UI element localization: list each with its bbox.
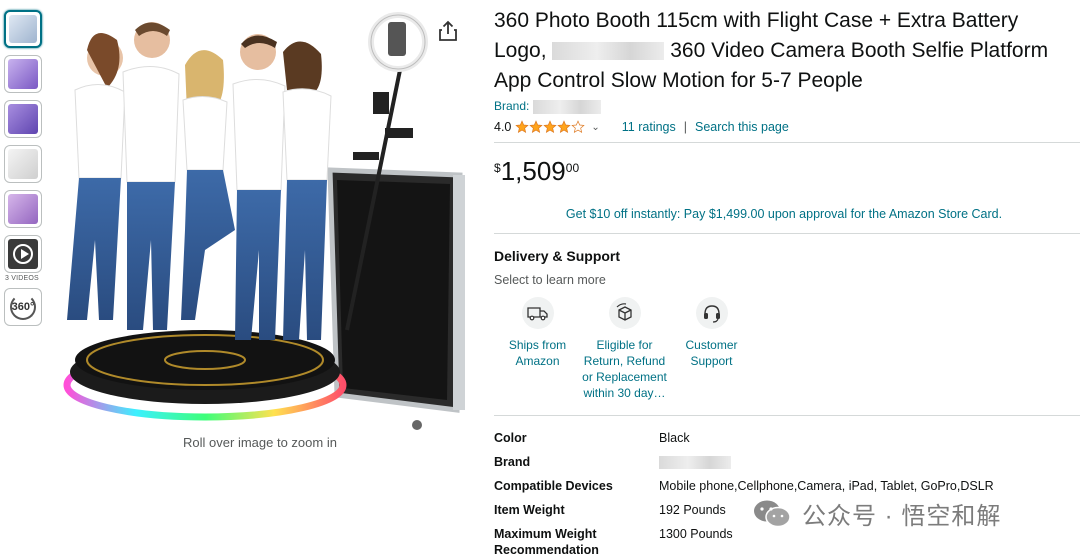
thumbnail-3[interactable] [4, 100, 42, 138]
separator: | [683, 120, 687, 134]
star-full-icon [557, 120, 572, 133]
thumbnail-1[interactable] [4, 10, 42, 48]
rating-value: 4.0 [494, 120, 512, 134]
feature-label: Customer Support [685, 338, 738, 368]
main-product-image[interactable] [55, 0, 475, 432]
spec-key: Item Weight [494, 503, 565, 517]
feature-label: Ships from Amazon [508, 338, 567, 368]
rotating-platform [63, 330, 347, 421]
spec-key: Maximum Weight Recommendation [494, 527, 599, 557]
thumbnail-image [8, 59, 38, 89]
spec-key: Color [494, 431, 527, 445]
title-line-2-start: Logo, [494, 39, 547, 62]
wechat-icon [754, 500, 791, 527]
feature-ships-from-amazon[interactable]: Ships from Amazon [494, 297, 581, 401]
star-full-icon [543, 120, 558, 133]
truck-icon [521, 297, 554, 329]
store-card-offer-link[interactable]: Get $10 off instantly: Pay $1,499.00 upo… [494, 207, 1074, 221]
thumbnail-strip: 3 VIDEOS 360° [4, 10, 44, 333]
spec-row-color: Color Black [494, 430, 1080, 446]
redacted-brand-value [659, 456, 731, 470]
thumbnail-5[interactable] [4, 190, 42, 228]
spec-key: Brand [494, 455, 531, 469]
delivery-support-title: Delivery & Support [494, 248, 621, 264]
redacted-brand [552, 42, 665, 61]
thumbnail-360-view[interactable]: 360° [4, 288, 42, 326]
title-line-2: Logo, 360 Video Camera Booth Selfie Plat… [494, 36, 1080, 66]
star-rating[interactable] [515, 120, 586, 134]
rating-row: 4.0 ⌄ 11 ratings | Search this page [494, 118, 1080, 136]
zoom-hint: Roll over image to zoom in [183, 435, 337, 450]
price-whole: 1,509 [500, 156, 566, 186]
price-symbol: $ [494, 161, 501, 175]
spec-value: Mobile phone,Cellphone,Camera, iPad, Tab… [659, 479, 994, 493]
thumbnail-video[interactable] [4, 235, 42, 273]
chevron-down-icon[interactable]: ⌄ [591, 122, 599, 133]
brand-label: Brand: [494, 99, 530, 113]
divider [494, 233, 1080, 234]
brand-store-link[interactable]: Brand: [494, 99, 1080, 116]
product-specs: Color Black Brand Compatible Devices Mob… [494, 430, 1080, 558]
price-fraction: 00 [565, 161, 580, 175]
headset-icon [695, 297, 728, 329]
thumbnail-image [8, 104, 38, 134]
product-details: 360 Photo Booth 115cm with Flight Case +… [494, 0, 1080, 558]
price: $ 1,509 00 [494, 157, 1080, 193]
thumbnail-4[interactable] [4, 145, 42, 183]
title-line-1: 360 Photo Booth 115cm with Flight Case +… [494, 9, 1019, 32]
watermark: 公众号 · 悟空和解 [752, 496, 1001, 531]
feature-return-policy[interactable]: Eligible for Return, Refund or Replaceme… [581, 297, 668, 401]
star-full-icon [515, 120, 530, 133]
ratings-count-link[interactable]: 11 ratings [622, 120, 676, 134]
flight-case [327, 167, 465, 430]
search-this-page-link[interactable]: Search this page [695, 120, 789, 134]
delivery-support-subtitle: Select to learn more [494, 273, 606, 287]
models-group [67, 22, 332, 340]
share-icon[interactable] [437, 20, 459, 42]
thumbnail-image [9, 15, 37, 43]
videos-count-label: 3 VIDEOS [5, 275, 39, 282]
thumbnail-image [8, 149, 38, 179]
spec-value [659, 454, 1080, 470]
feature-customer-support[interactable]: Customer Support [668, 297, 755, 401]
thumbnail-2[interactable] [4, 55, 42, 93]
product-title: 360 Photo Booth 115cm with Flight Case +… [494, 6, 1080, 96]
delivery-features: Ships from Amazon Eligible for Return, R… [494, 297, 1080, 401]
title-line-3: App Control Slow Motion for 5-7 People [494, 69, 863, 92]
redacted-brand-name [532, 99, 601, 114]
spec-value: Black [659, 431, 690, 445]
watermark-text: 公众号 · 悟空和解 [802, 503, 1002, 530]
divider [494, 415, 1080, 416]
star-empty-icon [571, 120, 586, 133]
title-line-2-end: 360 Video Camera Booth Selfie Platform [670, 39, 1049, 62]
thumbnail-image [8, 194, 38, 224]
feature-label: Eligible for Return, Refund or Replaceme… [582, 338, 667, 400]
spec-key: Compatible Devices [494, 479, 613, 493]
spec-row-compatible-devices: Compatible Devices Mobile phone,Cellphon… [494, 478, 1080, 494]
return-box-icon [608, 297, 641, 329]
divider [494, 142, 1080, 143]
play-icon [13, 244, 33, 264]
rotate-360-icon [10, 294, 36, 320]
star-full-icon [529, 120, 544, 133]
spec-row-brand: Brand [494, 454, 1080, 470]
